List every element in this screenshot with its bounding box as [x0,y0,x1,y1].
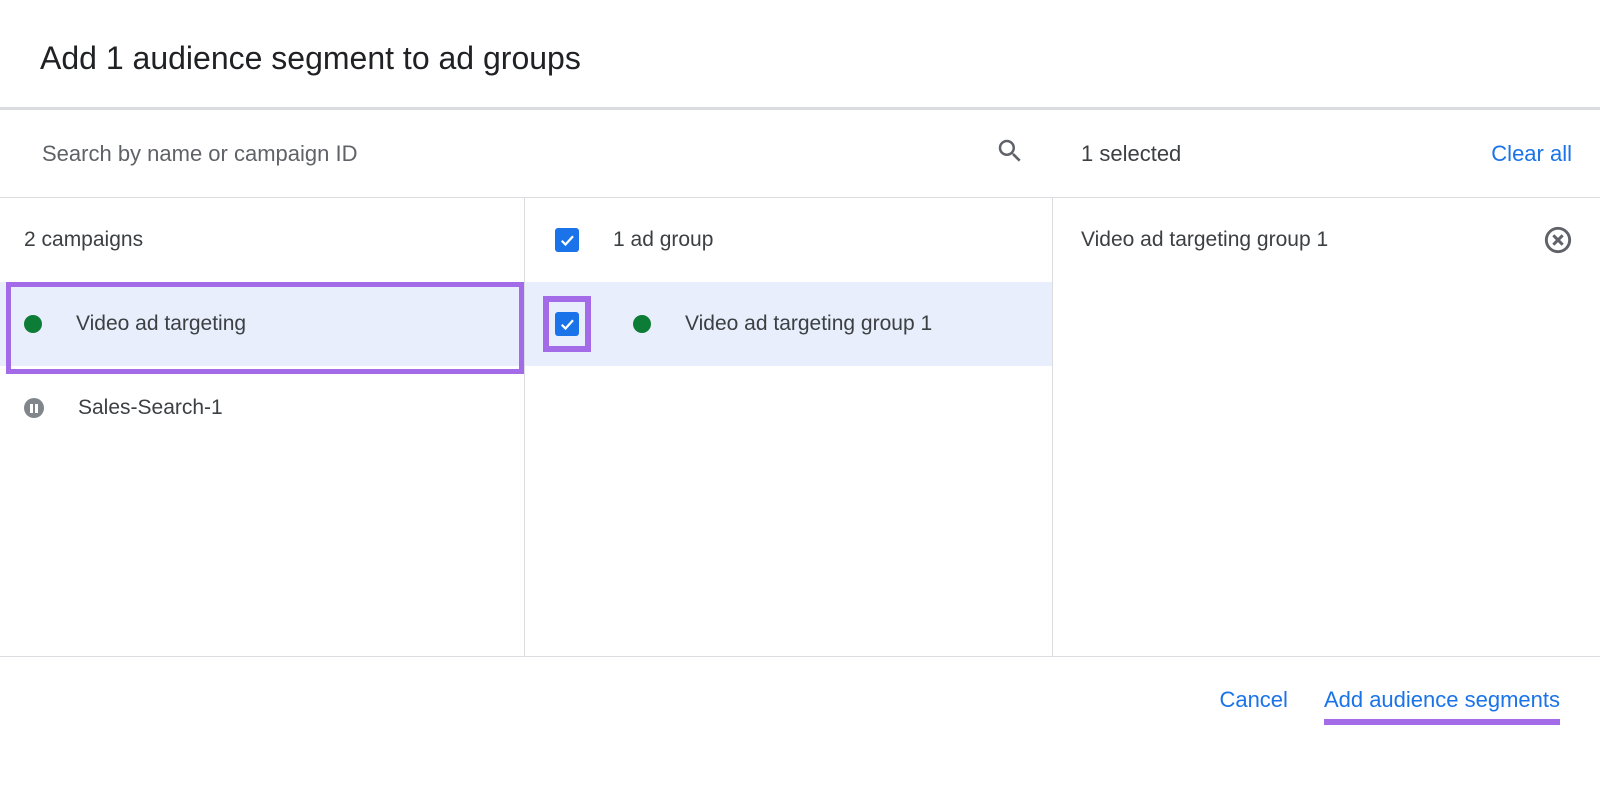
campaign-name: Sales-Search-1 [78,396,223,420]
campaigns-header: 2 campaigns [0,198,524,282]
submit-label: Add audience segments [1324,687,1560,712]
add-audience-segments-button[interactable]: Add audience segments [1324,687,1560,713]
campaign-name: Video ad targeting [76,312,246,336]
highlight-underline [1324,719,1560,725]
adgroups-header-label: 1 ad group [613,228,713,252]
search-input[interactable] [40,140,995,168]
select-all-checkbox[interactable] [555,228,579,252]
selected-count: 1 selected [1081,141,1181,167]
search-icon[interactable] [995,136,1025,171]
page-title: Add 1 audience segment to ad groups [40,40,1560,77]
status-enabled-icon [633,315,651,333]
campaign-row[interactable]: Sales-Search-1 [0,366,524,450]
adgroup-row[interactable]: Video ad targeting group 1 [525,282,1052,366]
selected-item: Video ad targeting group 1 [1053,198,1600,282]
main-content: 2 campaigns Video ad targeting Sales-Sea… [0,109,1600,657]
adgroups-header: 1 ad group [525,198,1052,282]
status-enabled-icon [24,315,42,333]
remove-icon[interactable] [1544,226,1572,254]
campaign-row[interactable]: Video ad targeting [0,282,524,366]
cancel-button[interactable]: Cancel [1219,687,1287,713]
adgroups-column: 1 ad group Video ad targeting group 1 [525,198,1053,656]
status-paused-icon [24,398,44,418]
campaigns-column: 2 campaigns Video ad targeting Sales-Sea… [0,198,525,656]
adgroup-name: Video ad targeting group 1 [685,312,932,336]
selected-header: 1 selected Clear all [1053,110,1600,198]
clear-all-button[interactable]: Clear all [1491,141,1572,167]
search-bar [0,110,1053,198]
selected-column: 1 selected Clear all Video ad targeting … [1053,110,1600,656]
adgroup-checkbox[interactable] [555,312,579,336]
dialog-footer: Cancel Add audience segments [0,657,1600,733]
selected-item-label: Video ad targeting group 1 [1081,228,1328,252]
page-header: Add 1 audience segment to ad groups [0,0,1600,107]
